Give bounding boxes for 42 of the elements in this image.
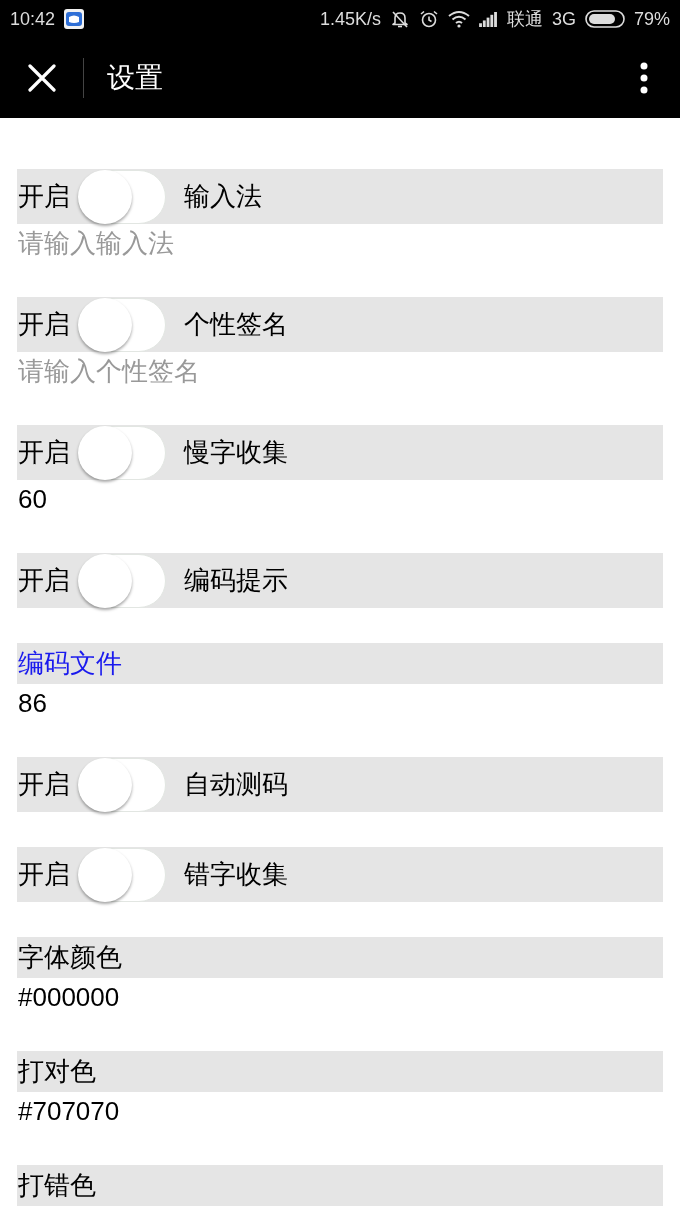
switch-label: 开启 <box>18 308 70 341</box>
section-heading: 打对色 <box>17 1051 663 1092</box>
setting-title: 个性签名 <box>184 308 288 341</box>
close-icon <box>28 64 56 92</box>
input-field[interactable]: 86 <box>17 684 663 722</box>
section-heading: 打错色 <box>17 1165 663 1206</box>
toggle-switch[interactable] <box>78 297 166 352</box>
file-link[interactable]: 编码文件 <box>17 643 663 684</box>
network-type: 3G <box>551 8 576 30</box>
switch-label: 开启 <box>18 180 70 213</box>
switch-label: 开启 <box>18 858 70 891</box>
setting-title: 慢字收集 <box>184 436 288 469</box>
input-field[interactable]: 60 <box>17 480 663 518</box>
input-field[interactable]: 请输入输入法 <box>17 224 663 262</box>
toggle-switch[interactable] <box>78 847 166 902</box>
setting-title: 输入法 <box>184 180 262 213</box>
toggle-switch[interactable] <box>78 553 166 608</box>
switch-label: 开启 <box>18 564 70 597</box>
network-speed: 1.45K/s <box>319 8 381 30</box>
wifi-icon <box>447 10 470 28</box>
alarm-clock-icon <box>418 9 439 29</box>
clock-time: 10:42 <box>10 8 56 30</box>
section-heading: 字体颜色 <box>17 937 663 978</box>
battery-percent: 79% <box>633 8 670 30</box>
toggle-switch[interactable] <box>78 425 166 480</box>
carrier-name: 联通 <box>506 8 543 30</box>
bell-off-icon <box>389 9 410 29</box>
signal-icon <box>478 11 498 27</box>
input-field[interactable]: 请输入个性签名 <box>17 352 663 390</box>
app-icon <box>64 9 85 29</box>
more-options-icon <box>640 62 648 94</box>
setting-title: 自动测码 <box>184 768 288 801</box>
toggle-switch[interactable] <box>78 169 166 224</box>
page-title: 设置 <box>107 61 163 95</box>
battery-icon <box>584 10 625 28</box>
switch-label: 开启 <box>18 768 70 801</box>
input-field[interactable]: #707070 <box>17 1092 663 1130</box>
setting-title: 错字收集 <box>184 858 288 891</box>
switch-label: 开启 <box>18 436 70 469</box>
input-field[interactable]: #000000 <box>17 978 663 1016</box>
toggle-switch[interactable] <box>78 757 166 812</box>
setting-title: 编码提示 <box>184 564 288 597</box>
